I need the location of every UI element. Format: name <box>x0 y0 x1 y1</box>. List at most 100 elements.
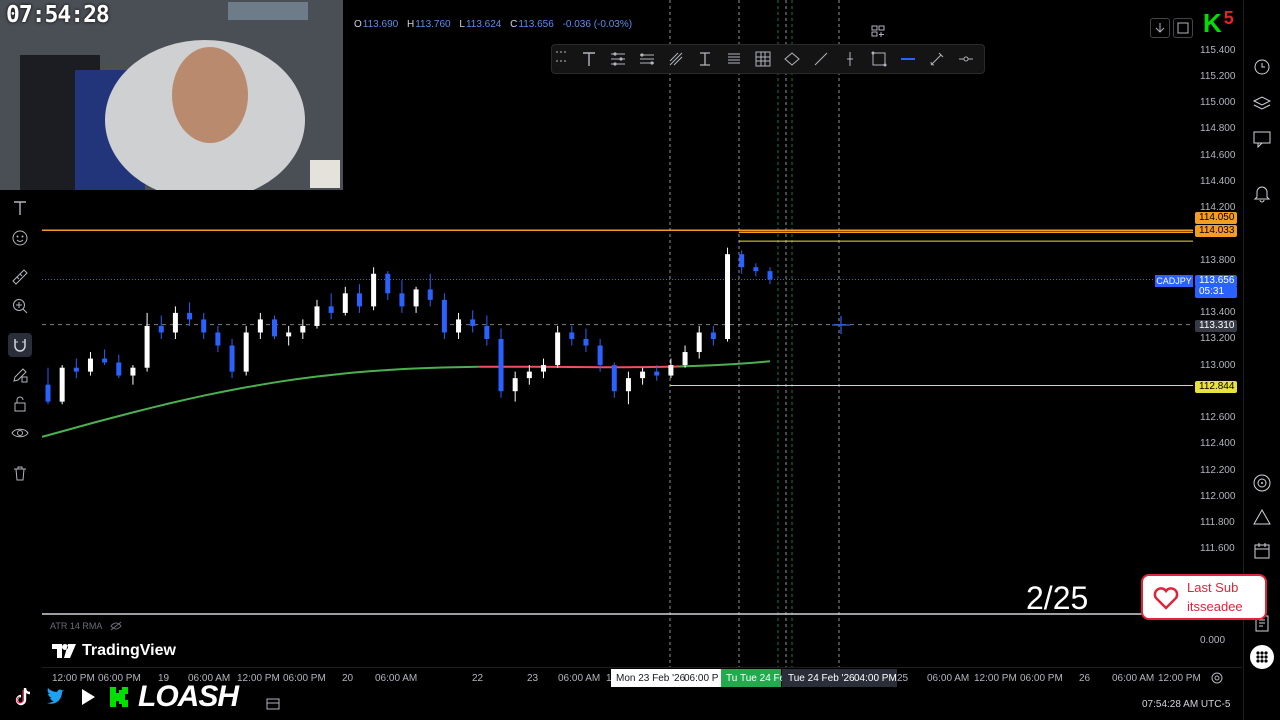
time-tick: 25 <box>897 673 909 684</box>
grid-icon[interactable] <box>748 47 777 71</box>
candle-body <box>498 339 504 392</box>
rectangle-icon[interactable] <box>864 47 893 71</box>
candle-body <box>243 332 249 372</box>
time-highlight-tue: Tue 24 Fe <box>740 673 786 684</box>
candle-body <box>739 254 745 268</box>
calendar-icon[interactable] <box>1250 539 1274 563</box>
candle-body <box>45 384 51 402</box>
crosshair-price-label: 113.310 <box>1195 320 1237 332</box>
brush-icon[interactable] <box>922 47 951 71</box>
horizontal-ray-icon[interactable] <box>951 47 980 71</box>
lock-icon[interactable] <box>8 392 32 416</box>
open-label: O <box>354 19 362 30</box>
chat-icon[interactable] <box>1250 127 1274 151</box>
price-tick: 0.000 <box>1200 635 1226 646</box>
zoom-in-icon[interactable] <box>8 294 32 318</box>
text-cursor-icon[interactable] <box>690 47 719 71</box>
candle-body <box>300 325 306 333</box>
time-tick: 06:00 AM <box>927 673 970 684</box>
price-tick: 112.000 <box>1200 491 1236 502</box>
text-icon[interactable] <box>574 47 603 71</box>
settings-gear-icon[interactable] <box>1210 671 1224 685</box>
candle-body <box>144 325 150 368</box>
candle-body <box>201 319 207 333</box>
candle-body <box>555 332 561 366</box>
high-label: H <box>406 19 415 30</box>
price-tick: 114.400 <box>1200 176 1236 187</box>
close-label: C <box>510 19 518 30</box>
heart-icon <box>1153 587 1179 610</box>
change-value: -0.036 (-0.03%) <box>562 19 633 30</box>
pencil-lock-icon[interactable] <box>8 363 32 387</box>
candle-body <box>73 367 79 372</box>
candle-body <box>569 332 575 339</box>
time-tick: 23 <box>527 673 539 684</box>
price-tick: 112.600 <box>1200 412 1236 423</box>
tradingview-logo: TradingView <box>52 642 176 660</box>
download-icon[interactable] <box>1150 18 1170 38</box>
candle-body <box>286 332 292 337</box>
candle-body <box>725 254 731 339</box>
price-tick: 111.600 <box>1200 543 1235 554</box>
twitter-icon <box>47 688 64 704</box>
vertical-line-icon[interactable] <box>835 47 864 71</box>
close-value: 113.656 <box>518 19 554 30</box>
yellow-level-label: 112.844 <box>1195 381 1237 393</box>
time-axis-divider <box>42 667 1242 668</box>
text-icon[interactable] <box>8 196 32 220</box>
triangle-icon[interactable] <box>1250 505 1274 529</box>
candle-body <box>767 271 773 280</box>
eye-icon[interactable] <box>8 421 32 445</box>
path-icon[interactable] <box>661 47 690 71</box>
candle-body <box>116 362 122 376</box>
eye-off-icon[interactable] <box>110 621 122 631</box>
brand-name: LOASH <box>138 680 239 713</box>
price-tick: 112.400 <box>1200 438 1236 449</box>
trendline-icon[interactable] <box>806 47 835 71</box>
horizontal-line-icon[interactable] <box>893 47 922 71</box>
alarm-clock-icon[interactable] <box>1250 54 1274 78</box>
last-sub-title: Last Sub <box>1187 580 1239 595</box>
candle-body <box>668 365 674 376</box>
chart-layout-icon[interactable] <box>264 695 282 713</box>
target-icon[interactable] <box>1250 471 1274 495</box>
price-tick: 115.200 <box>1200 71 1236 82</box>
list-lines-icon[interactable] <box>719 47 748 71</box>
crosshair-time-label: 04:00 PM <box>854 673 897 684</box>
time-tick: 12:00 PM <box>237 673 280 684</box>
atr-indicator-legend: ATR 14 RMA <box>50 621 122 631</box>
trash-icon[interactable] <box>8 461 32 485</box>
kick-icon <box>110 687 128 707</box>
candle-body <box>540 365 546 372</box>
magnet-icon[interactable] <box>8 333 32 357</box>
candle-body <box>484 325 490 339</box>
candle-body <box>385 273 391 294</box>
candle-body <box>597 345 603 366</box>
layers-icon[interactable] <box>1250 91 1274 115</box>
diamond-icon[interactable] <box>777 47 806 71</box>
candle-body <box>625 378 631 392</box>
candle-body <box>130 367 136 376</box>
emoji-icon[interactable] <box>8 226 32 250</box>
candle-body <box>583 339 589 346</box>
bell-icon[interactable] <box>1250 181 1274 205</box>
time-tick: 20 <box>342 673 354 684</box>
multi-line-icon[interactable] <box>603 47 632 71</box>
price-tick: 115.400 <box>1200 45 1236 56</box>
bars-pattern-icon[interactable] <box>632 47 661 71</box>
time-tick: 26 <box>1079 673 1091 684</box>
grid-dots-icon[interactable] <box>1250 645 1274 669</box>
countdown-label: 05:31 <box>1195 286 1237 298</box>
fullscreen-icon[interactable] <box>1173 18 1193 38</box>
candle-body <box>526 371 532 379</box>
time-tick: 22 <box>472 673 484 684</box>
candle-body <box>215 332 221 346</box>
ma-line <box>41 365 479 438</box>
candle-body <box>87 358 93 372</box>
drag-handle-icon[interactable] <box>556 51 566 67</box>
timezone-clock[interactable]: 07:54:28 AM UTC-5 <box>1142 699 1230 710</box>
layout-grid-icon[interactable] <box>869 22 887 40</box>
ruler-icon[interactable] <box>8 265 32 289</box>
time-tick: 12:00 PM <box>974 673 1017 684</box>
stream-brand-badge: K5 <box>1203 8 1234 39</box>
